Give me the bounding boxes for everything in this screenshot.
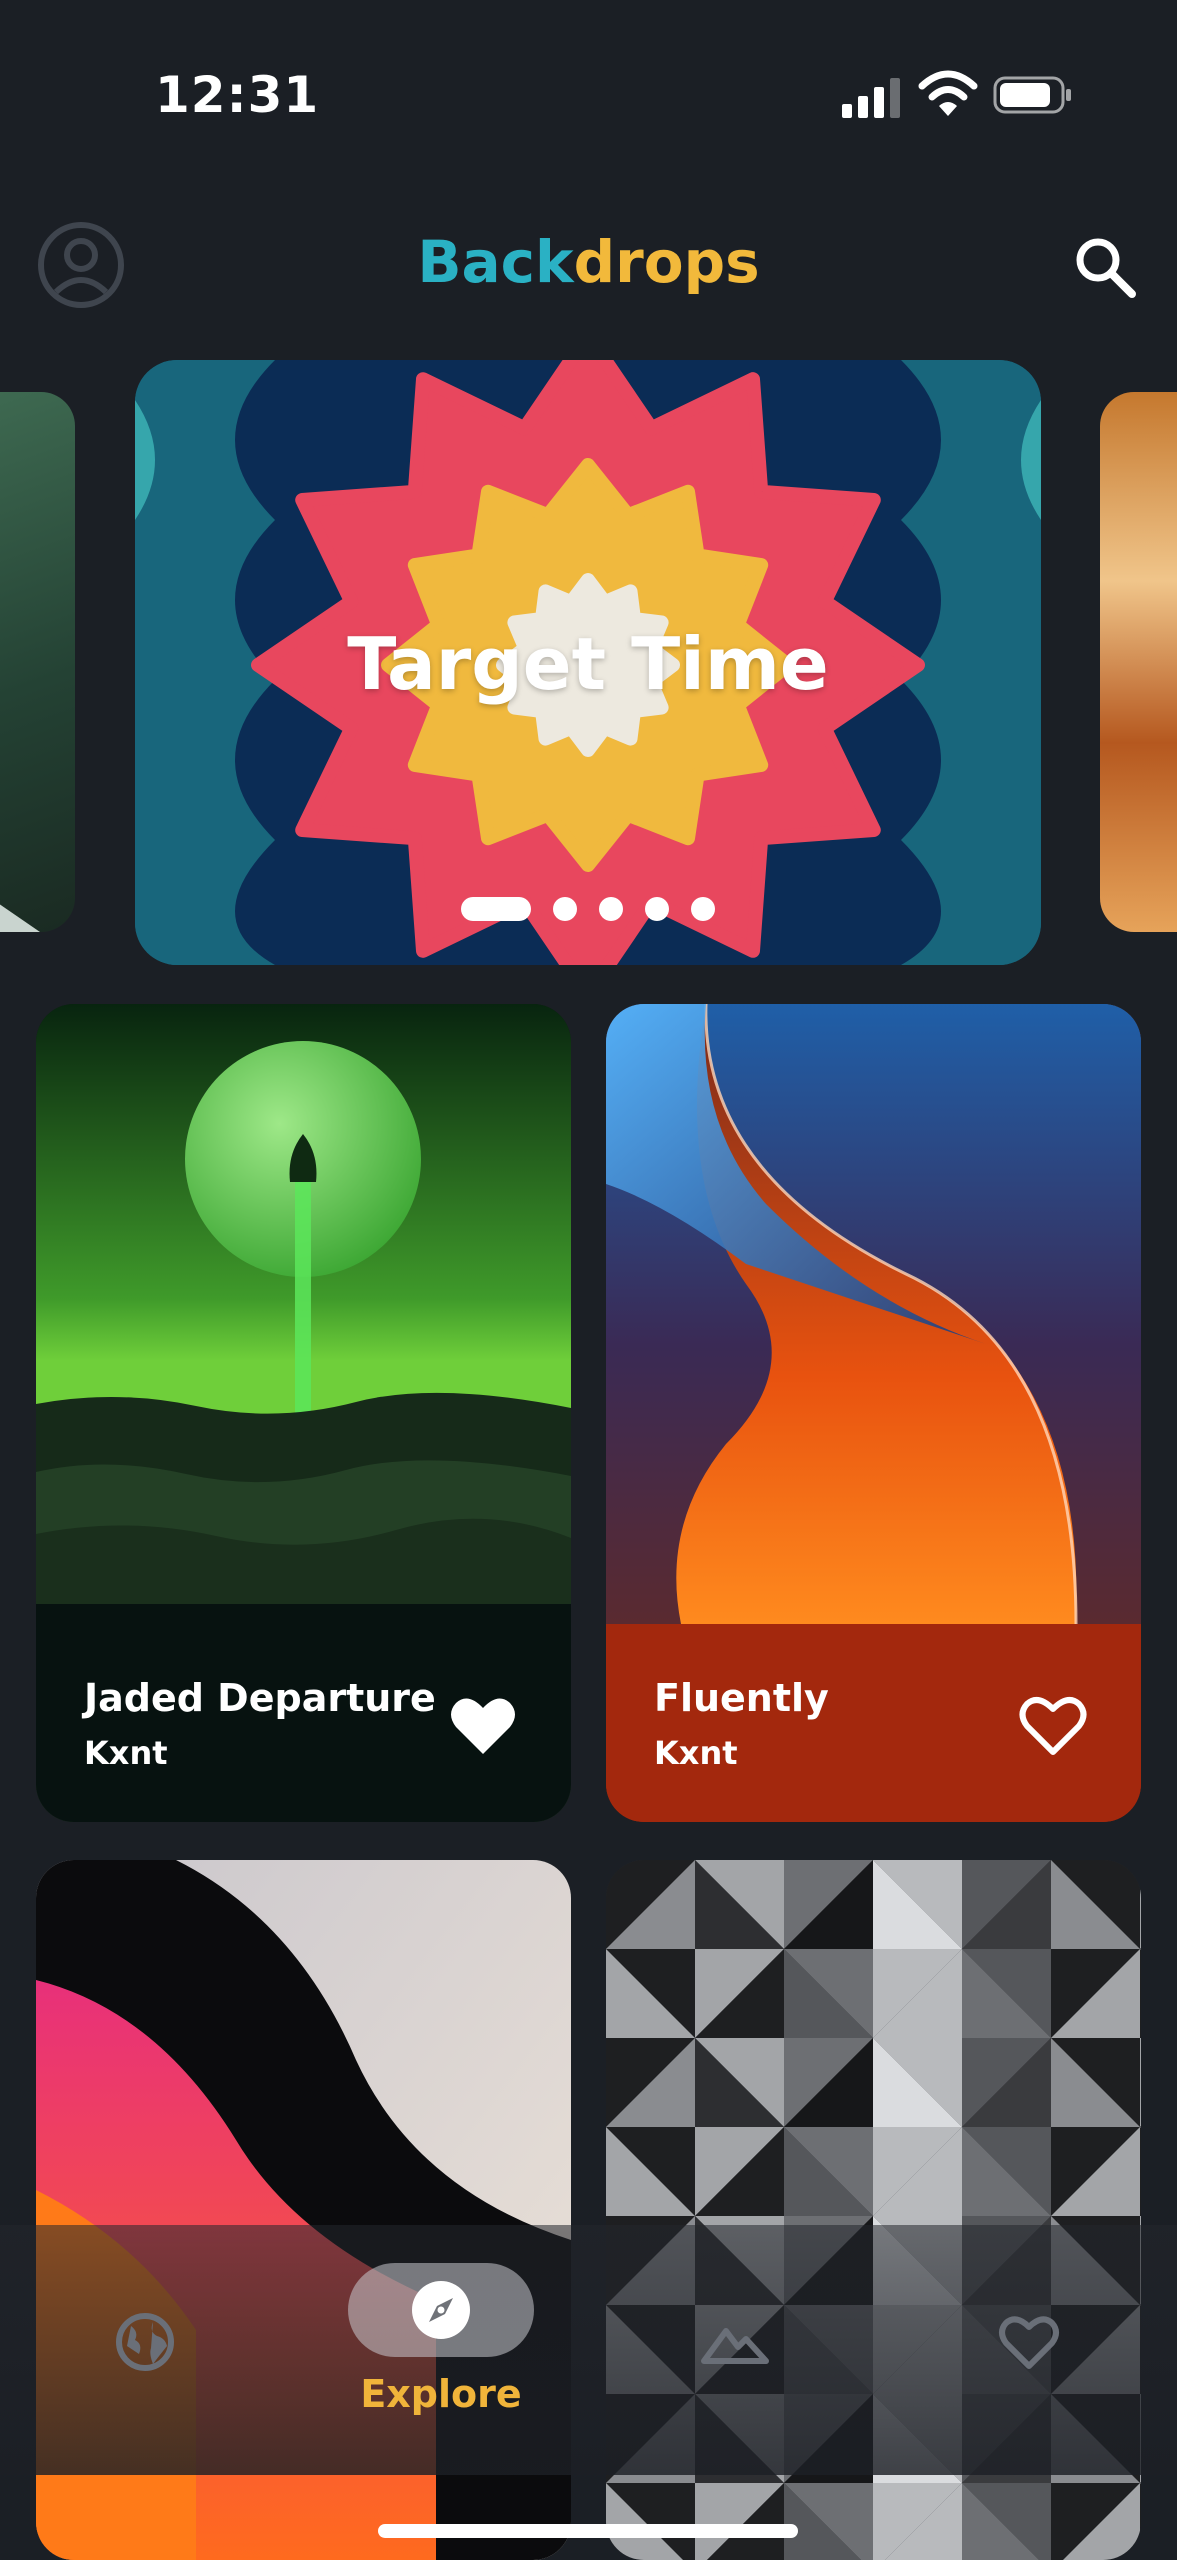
- card-author: Kxnt: [654, 1734, 738, 1772]
- mountain-icon[interactable]: [700, 2317, 770, 2367]
- app-title: Backdrops: [0, 228, 1177, 296]
- carousel-prev-card[interactable]: [0, 392, 75, 932]
- featured-wallpaper-card[interactable]: Target Time: [135, 360, 1041, 965]
- heart-outline-icon[interactable]: [1018, 1694, 1088, 1758]
- carousel-page-indicator[interactable]: [135, 895, 1041, 923]
- page-dot[interactable]: [599, 897, 623, 921]
- wifi-icon: [918, 70, 978, 116]
- heart-filled-icon[interactable]: [448, 1694, 518, 1758]
- carousel-next-card[interactable]: [1100, 392, 1177, 932]
- card-caption: Fluently Kxnt: [606, 1624, 1141, 1822]
- page-dot[interactable]: [691, 897, 715, 921]
- featured-carousel[interactable]: Target Time: [0, 360, 1177, 970]
- page-dot[interactable]: [553, 897, 577, 921]
- search-icon[interactable]: [1070, 232, 1140, 302]
- globe-icon[interactable]: [113, 2310, 177, 2374]
- app-title-part-back: Back: [417, 228, 574, 296]
- explore-tab-button[interactable]: [348, 2263, 534, 2357]
- wallpaper-card-fluently[interactable]: Fluently Kxnt: [606, 1004, 1141, 1822]
- card-title: Fluently: [654, 1676, 829, 1720]
- card-author: Kxnt: [84, 1734, 168, 1772]
- explore-tab-label[interactable]: Explore: [348, 2372, 534, 2416]
- status-time: 12:31: [155, 66, 320, 124]
- page-dot[interactable]: [461, 897, 531, 921]
- featured-title: Target Time: [347, 622, 829, 706]
- home-indicator[interactable]: [378, 2524, 798, 2538]
- compass-icon: [412, 2281, 470, 2339]
- wallpaper-card-jaded-departure[interactable]: Jaded Departure Kxnt: [36, 1004, 571, 1822]
- status-bar: 12:31: [0, 0, 1177, 190]
- battery-icon: [993, 76, 1071, 114]
- heart-icon[interactable]: [998, 2313, 1060, 2371]
- app-header: Backdrops: [0, 210, 1177, 320]
- card-caption: Jaded Departure Kxnt: [36, 1624, 571, 1822]
- app-title-part-drops: drops: [573, 228, 760, 296]
- page-dot[interactable]: [645, 897, 669, 921]
- bottom-tab-bar: Explore: [0, 2225, 1177, 2475]
- card-title: Jaded Departure: [84, 1676, 436, 1720]
- cellular-signal-icon: [842, 78, 900, 118]
